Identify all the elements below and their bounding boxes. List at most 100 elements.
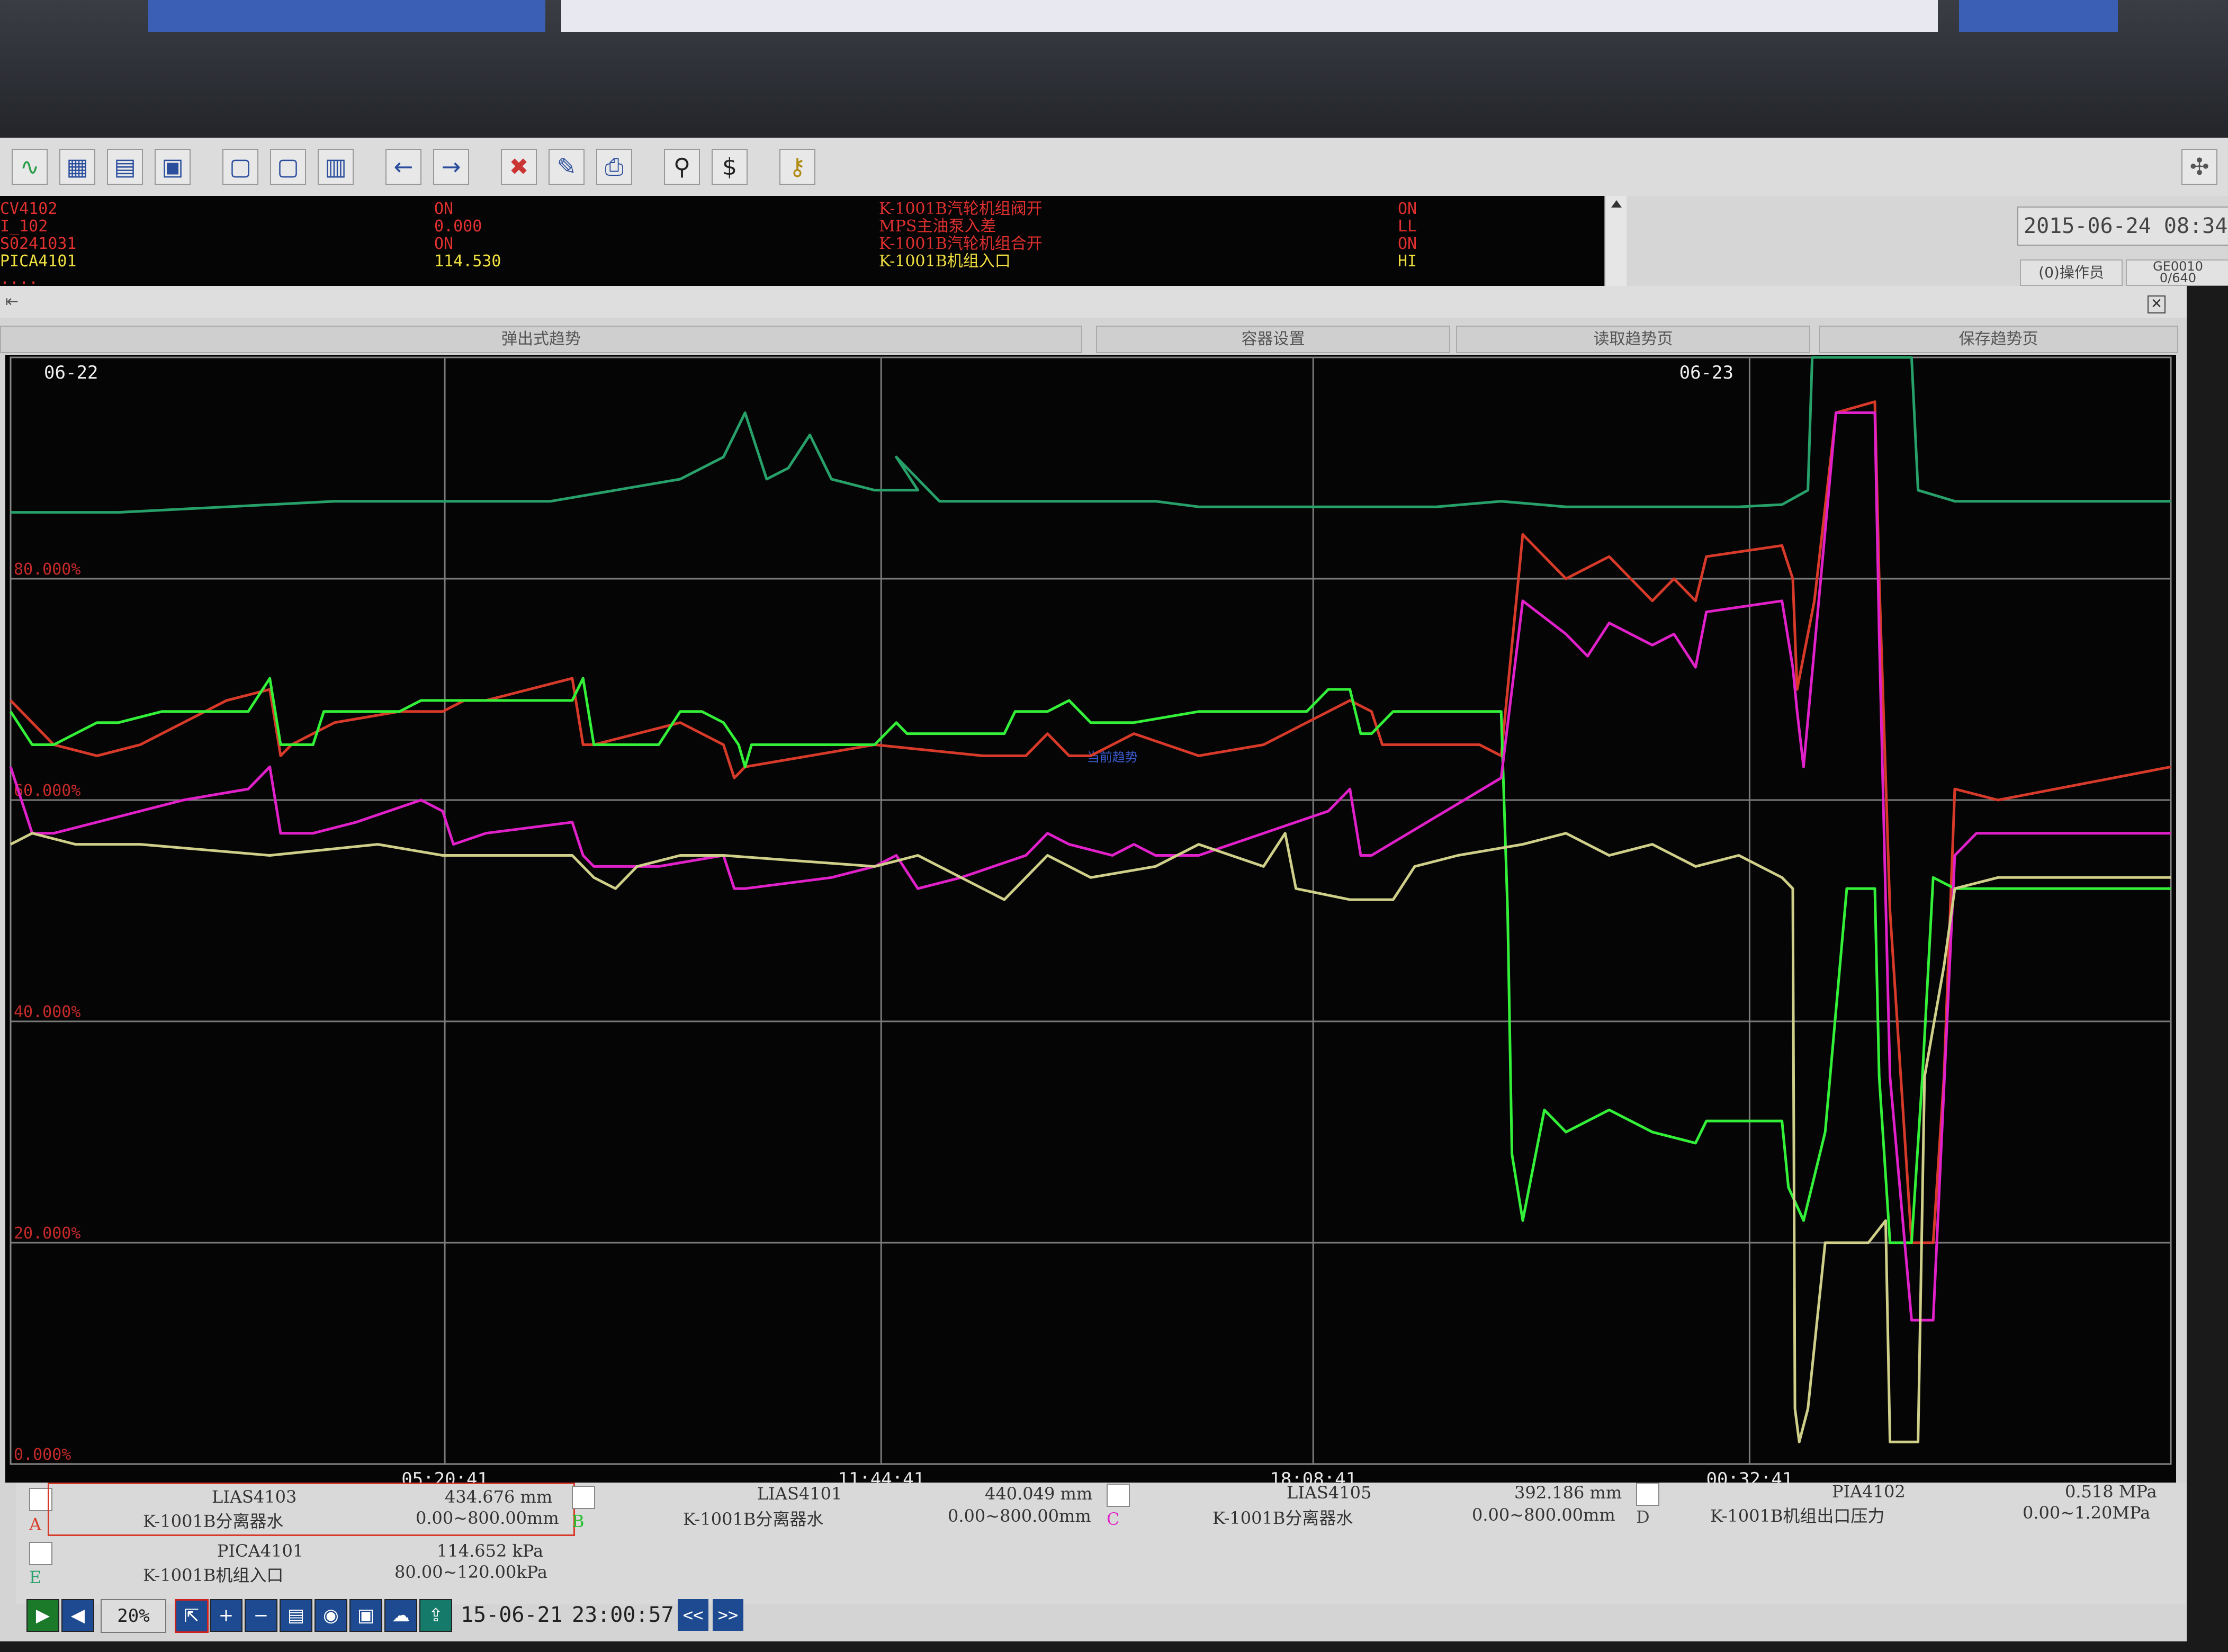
tab-container-settings[interactable]: 容器设置 (1096, 326, 1450, 353)
chart-annotation: 当前趋势 (1087, 750, 1138, 765)
series-c-desc: K-1001B分离器水 (1212, 1508, 1353, 1528)
trend-tabs: 弹出式趋势 容器设置 读取趋势页 保存趋势页 (0, 326, 2178, 353)
export-icon[interactable]: ⇪ (419, 1599, 452, 1632)
trend-window: ⇤ ✕ 弹出式趋势 容器设置 读取趋势页 保存趋势页 0.000% 20.000%… (0, 286, 2187, 1641)
main-toolbar: ∿ ▦ ▤ ▣ ▢ ▢ ▥ ← → ✖ ✎ ⎙ ⚲ $ ⚷ ✣ (0, 138, 2228, 197)
y-tick-label: 80.000% (14, 560, 80, 579)
tab-save-trend-page[interactable]: 保存趋势页 (1819, 326, 2178, 353)
trend-plot-area[interactable]: 0.000% 20.000% 40.000% 60.000% 80.000% 100.00… (5, 339, 2176, 1490)
x-tick-label: 11:44:41 (838, 1469, 924, 1483)
series-e-desc: K-1001B机组入口 (143, 1565, 284, 1585)
dollar-icon[interactable]: $ (712, 149, 748, 185)
station-box: GE0010 0/640 (2126, 259, 2228, 286)
trend-navigation-bar: ▶ ◀ 20% ⇱ + − ▤ ◉ ▣ ☁ ⇪ 15-06-21 23:00:5… (16, 1594, 757, 1636)
series-e-letter: E (29, 1567, 42, 1587)
cloud-icon[interactable]: ☁ (384, 1599, 417, 1632)
y-tick-label: 60.000% (14, 782, 80, 800)
book-icon[interactable]: ▥ (318, 149, 354, 185)
y-tick-label: 0.000% (14, 1446, 71, 1464)
alarm-state: ON (1398, 235, 1417, 253)
series-c-checkbox[interactable] (1107, 1484, 1130, 1507)
display-icon[interactable]: ▣ (155, 149, 191, 185)
scroll-up-icon[interactable] (1611, 200, 1622, 208)
edit-icon[interactable]: ✎ (549, 149, 585, 185)
tab-load-trend-page[interactable]: 读取趋势页 (1456, 326, 1810, 353)
binoculars-icon[interactable]: ⚲ (664, 149, 700, 185)
series-c-range: 0.00~800.00mm (1472, 1505, 1615, 1525)
start-date[interactable]: 15-06-21 (461, 1599, 563, 1631)
alarm-state: HI (1398, 252, 1417, 271)
alarm-value: 0.000 (434, 217, 482, 236)
y-tick-label: 100.000% (14, 355, 91, 357)
alarm-message: K-1001B机组入口 (879, 252, 1011, 271)
zoom-in-icon[interactable]: + (210, 1599, 242, 1632)
globe-icon[interactable]: ◉ (315, 1599, 347, 1632)
alarm-tag[interactable]: I_102 (0, 218, 77, 235)
series-c-tag: LIAS4105 (1287, 1483, 1372, 1503)
series-line-pica4101 (11, 356, 2171, 514)
alarm-value: ON (434, 200, 454, 218)
trend-chart: 0.000% 20.000% 40.000% 60.000% 80.000% 100.00… (9, 339, 2172, 1490)
zoom-level[interactable]: 20% (101, 1599, 166, 1633)
series-d-checkbox[interactable] (1636, 1483, 1659, 1506)
alarm-tag[interactable]: S0241031 (0, 235, 77, 253)
series-c-letter: C (1107, 1509, 1120, 1529)
screen-strip-center (561, 0, 1938, 32)
alarm-tags: CV4102 I_102 S0241031 PICA4101 .... (0, 200, 77, 286)
series-b-letter: B (572, 1511, 585, 1531)
pin-icon[interactable]: ⇤ (5, 292, 19, 311)
tab-popup-trend[interactable]: 弹出式趋势 (0, 326, 1082, 353)
alarm-state: ON (1398, 200, 1417, 218)
series-e-range: 80.00~120.00kPa (394, 1562, 547, 1582)
table-icon[interactable]: ▤ (107, 149, 143, 185)
x-tick-label: 05:20:41 (401, 1469, 488, 1483)
series-c-value: 392.186 mm (1514, 1483, 1622, 1503)
alarm-tag[interactable]: .... (0, 270, 77, 286)
back-icon[interactable]: ◀ (61, 1599, 94, 1632)
operator-button[interactable]: (0)操作员 (2020, 259, 2123, 286)
alarm-message: K-1001B汽轮机组合开 (879, 235, 1043, 253)
start-time[interactable]: 23:00:57 (572, 1599, 674, 1631)
print-icon[interactable]: ⎙ (596, 149, 632, 185)
alarm-mute-icon[interactable]: ✖ (501, 149, 537, 185)
alarm-message: MPS主油泵入差 (879, 217, 996, 236)
play-icon[interactable]: ▶ (26, 1599, 59, 1632)
alarm-values: ON 0.000 ON 114.530 (434, 200, 501, 270)
station-sub: 0/640 (2159, 271, 2197, 285)
alarm-tag[interactable]: PICA4101 (0, 253, 77, 270)
series-d-tag: PIA4102 (1832, 1482, 1906, 1502)
series-d-desc: K-1001B机组出口压力 (1710, 1506, 1885, 1526)
alarm-value: ON (434, 235, 454, 253)
series-a-selection (48, 1483, 575, 1536)
zoom-out-icon[interactable]: − (245, 1599, 277, 1632)
series-b-value: 440.049 mm (985, 1484, 1093, 1504)
back-arrow-icon[interactable]: ← (385, 149, 421, 185)
series-e-checkbox[interactable] (29, 1542, 52, 1565)
report-icon[interactable]: ▦ (59, 149, 95, 185)
prev-page-button[interactable]: << (678, 1599, 708, 1631)
network-icon[interactable]: ✣ (2181, 149, 2217, 185)
screen-strip-left (148, 0, 545, 32)
series-b-range: 0.00~800.00mm (948, 1506, 1091, 1526)
alarm-scrollbar[interactable] (1604, 196, 1628, 286)
alarm-messages: K-1001B汽轮机组阀开 MPS主油泵入差 K-1001B汽轮机组合开 K-1… (879, 200, 1043, 270)
trend-icon[interactable]: ∿ (12, 149, 48, 185)
x-tick-label: 00:32:41 (1706, 1469, 1793, 1483)
series-b-checkbox[interactable] (572, 1486, 595, 1509)
cursor-icon[interactable]: ⇱ (175, 1599, 209, 1633)
document-icon[interactable]: ▤ (280, 1599, 312, 1632)
forward-arrow-icon[interactable]: → (433, 149, 469, 185)
page-icon[interactable]: ▢ (222, 149, 258, 185)
series-a-letter: A (29, 1514, 42, 1534)
page-copy-icon[interactable]: ▢ (270, 149, 306, 185)
alarm-tag[interactable]: CV4102 (0, 200, 77, 218)
plot-frame (10, 356, 2172, 1465)
series-d-letter: D (1636, 1507, 1650, 1527)
next-page-button[interactable]: >> (713, 1599, 743, 1631)
series-b-desc: K-1001B分离器水 (683, 1509, 824, 1529)
copy-icon[interactable]: ▣ (349, 1599, 382, 1632)
alarm-states: ON LL ON HI (1398, 200, 1417, 270)
close-icon[interactable]: ✕ (2148, 295, 2166, 313)
key-icon[interactable]: ⚷ (779, 149, 815, 185)
date-marker: 06-22 (44, 362, 98, 383)
